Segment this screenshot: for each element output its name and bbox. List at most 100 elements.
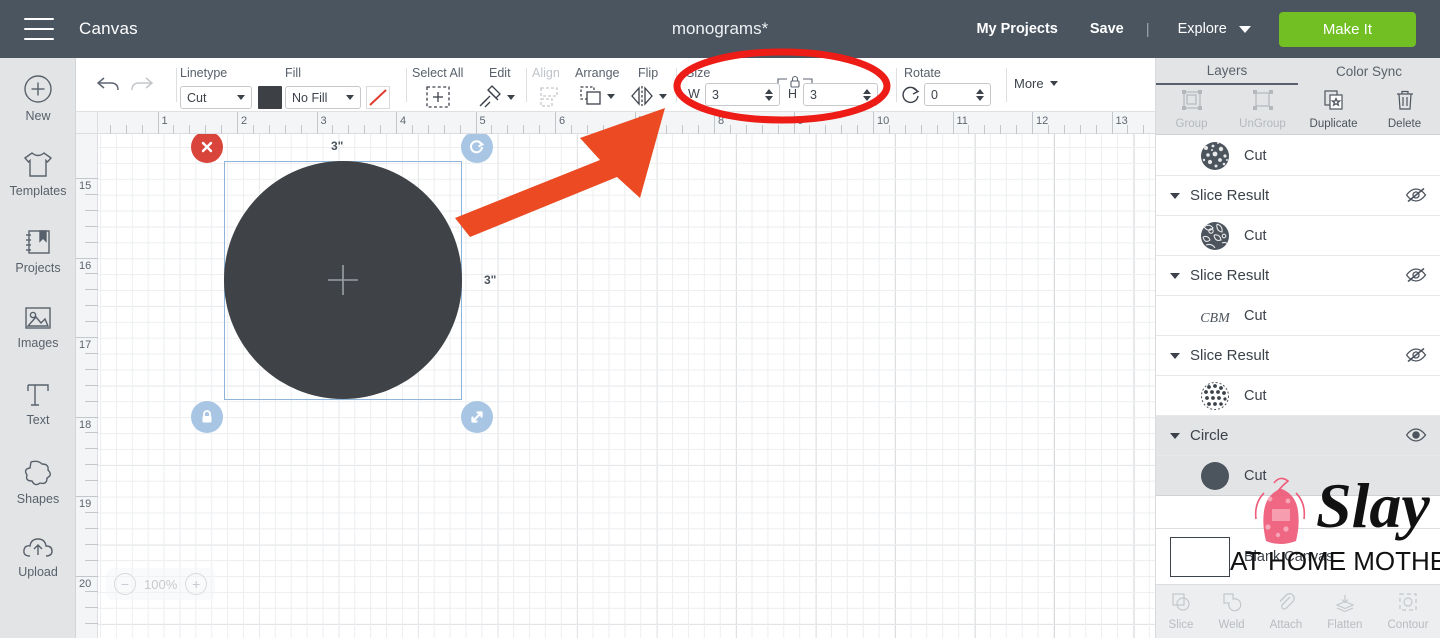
op-label: Weld bbox=[1218, 619, 1245, 631]
linetype-color-swatch[interactable] bbox=[258, 86, 282, 109]
op-label: UnGroup bbox=[1239, 118, 1286, 130]
layer-group-row-circle[interactable]: Circle bbox=[1156, 416, 1440, 456]
more-button[interactable]: More bbox=[1014, 76, 1058, 91]
ruler-minor-tick bbox=[85, 623, 98, 625]
sidebar-item-label: Upload bbox=[18, 565, 58, 579]
ruler-minor-tick bbox=[1079, 125, 1081, 134]
align-button[interactable] bbox=[536, 84, 564, 115]
rotate-input[interactable]: 0 bbox=[924, 83, 991, 106]
no-fill-slash-icon[interactable] bbox=[366, 86, 390, 109]
layers-list[interactable]: Cut Slice Result Cut Slice Result CBM Cu… bbox=[1156, 136, 1440, 588]
eye-hidden-icon[interactable] bbox=[1405, 187, 1427, 208]
eye-visible-icon[interactable] bbox=[1405, 427, 1427, 448]
explore-dropdown[interactable]: Explore bbox=[1156, 21, 1261, 37]
layer-group-row[interactable]: Slice Result bbox=[1156, 176, 1440, 216]
contour-button[interactable]: Contour bbox=[1388, 592, 1428, 631]
chevron-down-icon[interactable] bbox=[1170, 192, 1180, 199]
ruler-major-tick bbox=[76, 496, 98, 497]
eye-hidden-icon[interactable] bbox=[1405, 347, 1427, 368]
sidebar-item-new[interactable]: New bbox=[0, 73, 76, 123]
chevron-down-icon[interactable] bbox=[1170, 432, 1180, 439]
design-canvas[interactable]: 3" 3" 012345678910111 bbox=[76, 112, 1177, 638]
resize-diagonal-icon[interactable] bbox=[461, 401, 493, 433]
chevron-down-icon bbox=[607, 93, 615, 99]
layer-group-row[interactable]: Slice Result bbox=[1156, 336, 1440, 376]
ruler-minor-tick bbox=[666, 125, 668, 134]
flip-button[interactable] bbox=[628, 84, 667, 108]
arrange-button[interactable] bbox=[578, 84, 615, 108]
undo-button[interactable] bbox=[94, 72, 122, 101]
slice-button[interactable]: Slice bbox=[1168, 592, 1194, 631]
panel-tabs: Layers Color Sync bbox=[1156, 58, 1440, 85]
eye-hidden-icon[interactable] bbox=[1405, 267, 1427, 288]
sidebar-item-label: Shapes bbox=[16, 492, 60, 506]
edit-button[interactable] bbox=[476, 84, 515, 110]
sidebar-item-projects[interactable]: Projects bbox=[0, 227, 76, 275]
slice-icon bbox=[1171, 592, 1191, 617]
ruler-minor-tick bbox=[984, 125, 986, 134]
layer-label: Cut bbox=[1244, 307, 1267, 324]
ruler-minor-tick bbox=[109, 125, 111, 134]
make-it-button[interactable]: Make It bbox=[1278, 11, 1416, 47]
ruler-label: 17 bbox=[79, 339, 92, 351]
ruler-major-tick bbox=[1032, 112, 1033, 134]
op-label: Slice bbox=[1168, 619, 1194, 631]
sidebar-item-images[interactable]: Images bbox=[0, 304, 76, 350]
attach-button[interactable]: Attach bbox=[1270, 592, 1302, 631]
layer-group-label: Slice Result bbox=[1190, 267, 1270, 284]
redo-button[interactable] bbox=[128, 72, 156, 101]
height-input[interactable]: 3 bbox=[803, 83, 878, 106]
layer-row[interactable]: Cut bbox=[1156, 136, 1440, 176]
rotate-stepper[interactable] bbox=[976, 88, 984, 101]
group-button[interactable]: Group bbox=[1158, 89, 1226, 130]
chevron-down-icon[interactable] bbox=[1170, 352, 1180, 359]
linetype-select[interactable]: Cut bbox=[180, 86, 252, 109]
sidebar-item-text[interactable]: Text bbox=[0, 381, 76, 427]
layer-group-row[interactable]: Slice Result bbox=[1156, 256, 1440, 296]
layer-row[interactable]: Cut bbox=[1156, 376, 1440, 416]
weld-button[interactable]: Weld bbox=[1219, 592, 1245, 631]
height-stepper[interactable] bbox=[863, 88, 871, 101]
flatten-button[interactable]: Flatten bbox=[1327, 592, 1362, 631]
width-input[interactable]: 3 bbox=[705, 83, 780, 106]
rotate-label: Rotate bbox=[904, 66, 941, 80]
layer-row-circle-cut[interactable]: Cut bbox=[1156, 456, 1440, 496]
layer-row[interactable]: Cut bbox=[1156, 216, 1440, 256]
blank-canvas-row[interactable]: Blank Canvas bbox=[1156, 528, 1440, 584]
ruler-minor-tick bbox=[761, 125, 763, 134]
zoom-control[interactable]: − 100% + bbox=[106, 568, 216, 600]
delete-x-icon[interactable] bbox=[191, 131, 223, 163]
rotate-handle-icon[interactable] bbox=[461, 131, 493, 163]
ruler-corner bbox=[76, 112, 98, 134]
hamburger-icon[interactable] bbox=[24, 18, 54, 40]
ruler-major-tick bbox=[76, 337, 98, 338]
zoom-out-button[interactable]: − bbox=[114, 573, 136, 595]
duplicate-button[interactable]: Duplicate bbox=[1300, 89, 1368, 130]
tab-layers[interactable]: Layers bbox=[1156, 58, 1298, 85]
ruler-minor-tick bbox=[85, 305, 98, 307]
sidebar-item-upload[interactable]: Upload bbox=[0, 535, 76, 579]
ruler-major-tick bbox=[76, 575, 98, 577]
tab-color-sync[interactable]: Color Sync bbox=[1298, 58, 1440, 85]
save-button[interactable]: Save bbox=[1074, 21, 1140, 37]
ruler-label: 10 bbox=[877, 115, 890, 127]
my-projects-link[interactable]: My Projects bbox=[960, 21, 1073, 37]
sidebar-item-label: Images bbox=[17, 336, 59, 350]
layer-row[interactable]: CBM Cut bbox=[1156, 296, 1440, 336]
fill-select[interactable]: No Fill bbox=[285, 86, 361, 109]
zoom-in-button[interactable]: + bbox=[185, 573, 208, 595]
select-all-button[interactable] bbox=[424, 84, 452, 115]
cloud-upload-icon bbox=[21, 535, 55, 561]
ungroup-button[interactable]: UnGroup bbox=[1229, 89, 1297, 130]
lock-handle-icon[interactable] bbox=[191, 401, 223, 433]
chevron-down-icon[interactable] bbox=[1170, 272, 1180, 279]
weld-icon bbox=[1222, 592, 1242, 617]
delete-button[interactable]: Delete bbox=[1371, 89, 1439, 130]
sidebar-item-templates[interactable]: Templates bbox=[0, 150, 76, 198]
layer-label: Cut bbox=[1244, 387, 1267, 404]
sidebar-item-shapes[interactable]: Shapes bbox=[0, 458, 76, 506]
width-stepper[interactable] bbox=[765, 88, 773, 101]
ruler-label: 7 bbox=[638, 115, 645, 127]
blank-canvas-swatch[interactable] bbox=[1170, 536, 1230, 577]
layer-label: Cut bbox=[1244, 227, 1267, 244]
